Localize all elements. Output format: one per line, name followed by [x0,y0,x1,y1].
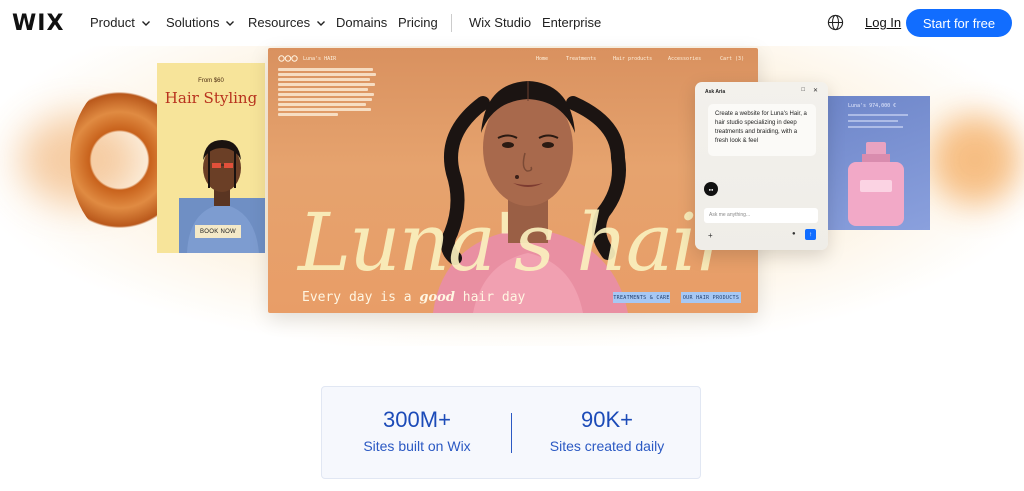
hair-styling-card: From $60 Hair Styling BOOK NOW [157,63,265,253]
nav-resources[interactable]: Resources [248,15,327,30]
styling-price: From $60 [198,78,224,84]
nav-enterprise[interactable]: Enterprise [542,15,601,30]
chat-controls: □ ✕ [801,87,818,94]
nav-solutions[interactable]: Solutions [166,15,236,30]
preview-nav-treatments[interactable]: Treatments [566,56,596,62]
tagline: Every day is a good hair day [302,290,525,305]
chevron-down-icon [226,20,235,26]
stat-value-sites-daily: 90K+ [581,407,633,432]
chat-message: Create a website for Luna's Hair, a hair… [708,104,816,156]
preview-nav-cart[interactable]: Cart (3) [720,56,744,62]
lunas-logo: Luna's HAIR [278,55,336,62]
lunas-hair-script-title: Luna's hair [298,196,733,289]
send-button[interactable]: ↑ [805,229,816,240]
bottle-image [848,142,904,226]
brand-mark-icon [278,55,298,62]
lunas-hair-preview: Luna's HAIR Home Treatments Hair product… [268,48,758,313]
login-link[interactable]: Log In [865,15,901,30]
nav-resources-label: Resources [248,15,311,30]
product-card-header: Luna's 974,000 € [848,103,897,109]
ai-chat-panel: Ask Aria □ ✕ Create a website for Luna's… [695,82,828,250]
tagline-emphasis: good [419,290,455,305]
tagline-end: hair day [462,290,526,305]
treatments-care-button[interactable]: TREATMENTS & CARE [613,292,670,303]
nav-pricing[interactable]: Pricing [398,15,438,30]
nav-product[interactable]: Product [90,15,152,30]
plus-icon[interactable]: + [708,231,713,240]
stat-label-sites-built: Sites built on Wix [363,438,471,454]
intro-paragraph [278,68,378,118]
close-icon[interactable]: ✕ [813,87,818,94]
our-hair-products-button[interactable]: OUR HAIR PRODUCTS [681,292,741,303]
chat-input[interactable]: Ask me anything... [704,208,818,223]
top-nav: WIX Product Solutions Resources Domains … [0,0,1024,46]
stat-value-sites-built: 300M+ [383,407,451,432]
product-preview-card: Luna's 974,000 € [818,96,930,230]
lunas-brand: Luna's HAIR [303,55,337,62]
wix-logo[interactable]: WIX [12,11,64,36]
nav-domains[interactable]: Domains [336,15,387,30]
microphone-icon[interactable]: ● [792,231,796,237]
tagline-start: Every day is a [302,290,412,305]
book-now-button[interactable]: BOOK NOW [195,225,241,238]
stats-panel: 300M+ Sites built on Wix 90K+ Sites crea… [321,386,701,479]
nav-product-label: Product [90,15,135,30]
stat-label-sites-daily: Sites created daily [549,438,665,454]
nav-solutions-label: Solutions [166,15,220,30]
preview-nav-accessories[interactable]: Accessories [668,56,701,62]
preview-nav-home[interactable]: Home [536,56,548,62]
preview-nav-products[interactable]: Hair products [613,56,652,62]
nav-divider [451,14,452,32]
chevron-down-icon [141,20,150,26]
chat-pop-out-icon[interactable]: □ [801,87,805,94]
chevron-down-icon [317,20,326,26]
decorative-blur [930,115,1020,205]
start-for-free-button[interactable]: Start for free [906,9,1012,37]
chat-title: Ask Aria [705,89,726,95]
nav-wix-studio[interactable]: Wix Studio [469,15,531,30]
wix-avatar-icon: ●● [704,182,718,196]
styling-title: Hair Styling [164,89,258,107]
globe-icon[interactable] [827,14,844,31]
